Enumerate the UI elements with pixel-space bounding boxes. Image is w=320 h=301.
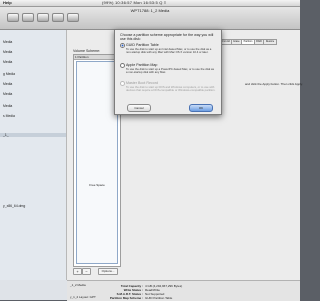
radio-guid[interactable] xyxy=(120,43,125,48)
menu-status-text: (99%) 10:36:57 Mon 16:53:5 Q ≡ xyxy=(102,0,167,5)
sidebar-selection[interactable] xyxy=(0,133,66,137)
burn-button[interactable] xyxy=(36,13,50,23)
sidebar-item-selected[interactable]: _1_ xyxy=(3,133,9,137)
sidebar-item[interactable]: Media xyxy=(3,82,12,86)
disk-info-panel: _1_2 Media y_1_2 Layout: GPT Total Capac… xyxy=(67,280,300,301)
verify-button[interactable] xyxy=(6,13,20,23)
burn-icon xyxy=(37,13,49,22)
sidebar-item-dmg[interactable]: y_x86_64.dmg xyxy=(3,204,25,208)
eject-button[interactable] xyxy=(66,13,80,23)
info-button[interactable] xyxy=(21,13,35,23)
sidebar-item[interactable]: Media xyxy=(3,104,12,108)
sidebar-footer xyxy=(0,280,68,300)
mount-button[interactable] xyxy=(51,13,65,23)
menu-bar: Help (99%) 10:36:57 Mon 16:53:5 Q ≡ xyxy=(0,0,300,7)
tab-restore[interactable]: Restore xyxy=(263,39,277,45)
add-partition-button[interactable]: + xyxy=(73,268,82,275)
partition-block[interactable]: Free Space xyxy=(76,61,118,264)
option-desc-mbr: To use the disk to start up DOS and Wind… xyxy=(126,85,216,93)
sidebar-item[interactable]: Media xyxy=(3,40,12,44)
menu-app-name[interactable]: Help xyxy=(3,0,12,6)
options-button[interactable]: Options... xyxy=(98,268,118,275)
mount-icon xyxy=(52,13,64,22)
eject-icon xyxy=(67,13,79,22)
tab-partition[interactable]: Partition xyxy=(241,39,255,45)
sheet-prompt: Choose a partition scheme appropriate fo… xyxy=(120,33,214,41)
ok-button[interactable]: OK xyxy=(189,104,213,112)
radio-mbr xyxy=(120,81,125,86)
partition-scheme-sheet: Choose a partition scheme appropriate fo… xyxy=(114,29,222,115)
sidebar: Media Media Media g Media Media Media Me… xyxy=(0,30,67,280)
sidebar-item[interactable]: g Media xyxy=(3,72,15,76)
cancel-button[interactable]: Cancel xyxy=(127,104,151,112)
info-value: GUID Partition Table xyxy=(145,296,173,300)
info-left-line: y_1_2 Layout: GPT xyxy=(70,295,96,299)
toolbar: WPT1788: 1_2 Media xyxy=(0,7,300,30)
info-icon xyxy=(22,13,34,22)
option-desc-apple: To use the disk to start up a PowerPC-ba… xyxy=(126,67,214,75)
remove-partition-button[interactable]: − xyxy=(82,268,91,275)
option-desc-guid: To use the disk to start up an Intel-bas… xyxy=(126,47,212,55)
sidebar-item[interactable]: Media xyxy=(3,50,12,54)
free-space-label: Free Space xyxy=(89,183,105,187)
verify-icon xyxy=(7,13,19,22)
info-left-line: _1_2 Media xyxy=(70,283,86,287)
radio-apple[interactable] xyxy=(120,63,125,68)
sidebar-item[interactable]: s Media xyxy=(3,114,15,118)
info-key: Partition Map Scheme : xyxy=(109,296,143,300)
sidebar-item[interactable]: Media xyxy=(3,60,12,64)
partition-hint-text: and click the Apply button. Then click A… xyxy=(245,82,303,86)
volume-scheme-label: Volume Scheme: xyxy=(73,49,101,53)
tab-strip: First Aid Erase Partition RAID Restore xyxy=(219,39,277,45)
sidebar-item[interactable]: Media xyxy=(3,92,12,96)
